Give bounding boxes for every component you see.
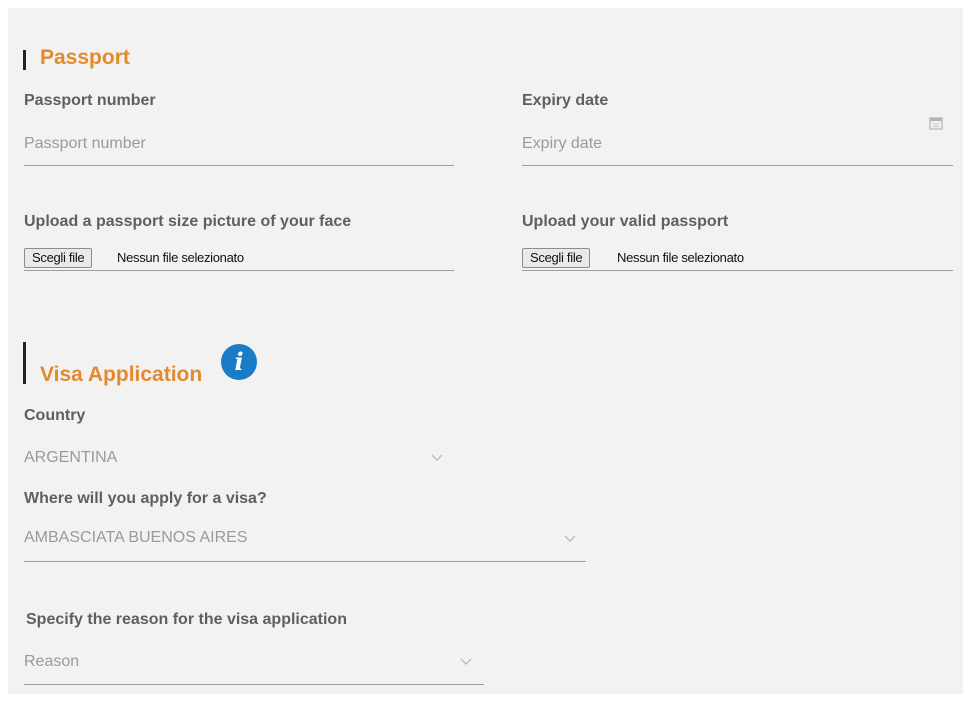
photo-file-status: Nessun file selezionato	[117, 250, 244, 265]
photo-upload-underline	[24, 270, 454, 271]
country-select[interactable]: ARGENTINA	[24, 449, 117, 467]
info-icon[interactable]: i	[221, 344, 257, 380]
passport-number-label: Passport number	[24, 92, 156, 109]
photo-upload-label: Upload a passport size picture of your f…	[24, 213, 352, 230]
apply-location-underline	[24, 561, 586, 562]
passport-file-status: Nessun file selezionato	[617, 250, 744, 265]
visa-reason-select[interactable]: Reason	[24, 653, 79, 671]
passport-section-title: Passport	[40, 46, 130, 69]
section-marker	[23, 342, 26, 384]
photo-choose-file-button[interactable]: Scegli file	[24, 248, 93, 268]
chevron-down-icon[interactable]	[431, 454, 443, 462]
section-marker	[23, 50, 26, 70]
expiry-date-label: Expiry date	[522, 92, 609, 109]
passport-choose-file-button[interactable]: Scegli file	[522, 248, 591, 268]
passport-number-underline	[24, 165, 454, 166]
apply-location-select[interactable]: AMBASCIATA BUENOS AIRES	[24, 529, 247, 547]
passport-number-input[interactable]: Passport number	[24, 135, 146, 153]
form-panel: Passport Passport number Passport number…	[8, 8, 963, 694]
passport-upload-label: Upload your valid passport	[522, 213, 729, 230]
chevron-down-icon[interactable]	[460, 658, 472, 666]
visa-section-title: Visa Application	[40, 363, 203, 386]
calendar-icon[interactable]	[929, 116, 943, 130]
expiry-date-input[interactable]: Expiry date	[522, 135, 602, 153]
passport-upload-underline	[522, 270, 953, 271]
visa-reason-underline	[24, 684, 484, 685]
country-label: Country	[24, 407, 86, 424]
expiry-date-underline	[522, 165, 953, 166]
chevron-down-icon[interactable]	[564, 535, 576, 543]
visa-reason-label: Specify the reason for the visa applicat…	[26, 611, 347, 628]
apply-location-label: Where will you apply for a visa?	[24, 490, 267, 507]
